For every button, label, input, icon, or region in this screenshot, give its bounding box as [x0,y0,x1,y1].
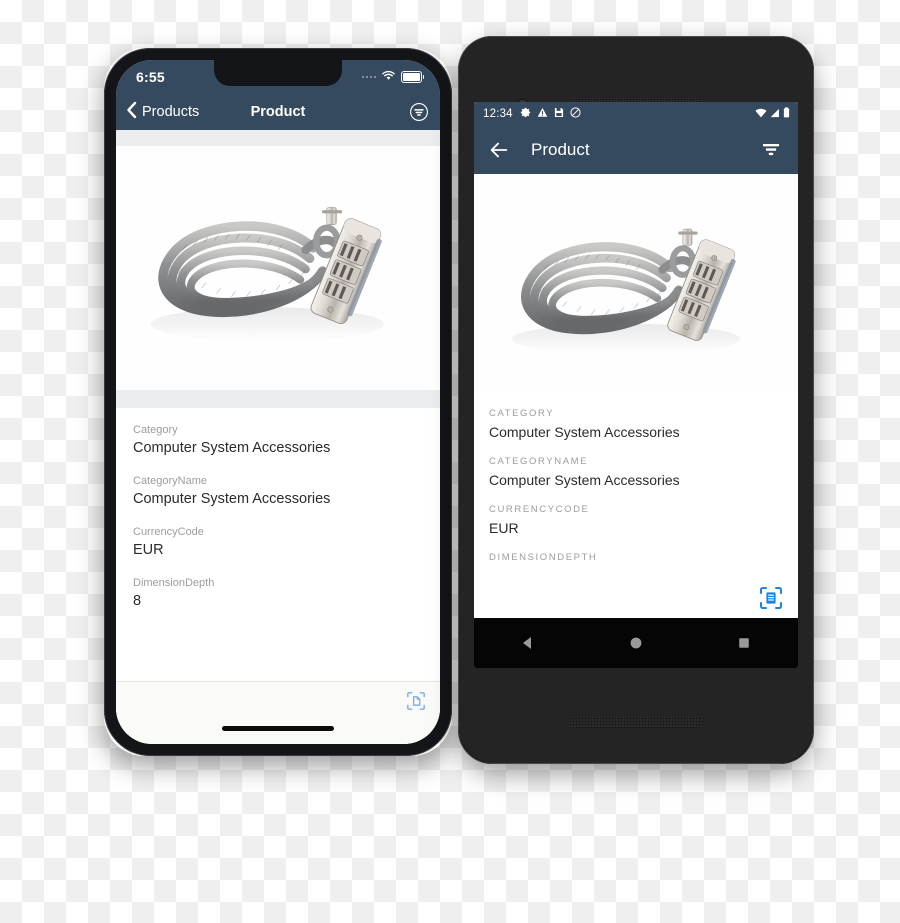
android-status-time: 12:34 [483,108,513,120]
ios-bottom-band [116,390,440,408]
field-row: CurrencyCode EUR [133,526,423,558]
field-row: CATEGORYNAME Computer System Accessories [489,456,783,488]
save-icon [554,105,564,123]
field-row: Category Computer System Accessories [133,424,423,456]
field-value: Computer System Accessories [489,424,680,440]
field-label: CURRENCYCODE [489,504,590,515]
field-label: DIMENSIONDEPTH [489,552,598,563]
nav-home-circle-icon[interactable] [614,621,658,665]
ios-phone: 6:55 Products Product Category Computer … [104,48,452,756]
chevron-left-icon [126,101,137,124]
bottom-speaker [569,717,703,728]
android-app-bar: Product [474,126,798,174]
android-status-bar: 12:34 [474,102,798,126]
ios-notch [214,60,342,86]
field-value: Computer System Accessories [489,472,680,488]
field-label: CurrencyCode [133,526,204,538]
warning-icon [537,105,548,123]
ios-field-list: Category Computer System Accessories Cat… [116,408,440,609]
field-row: DimensionDepth 8 [133,577,423,609]
field-label: Category [133,424,178,436]
android-phone: 12:34 Product CATEGORY Computer System A… [458,36,814,764]
wifi-icon [755,105,767,123]
nav-back-triangle-icon[interactable] [506,621,550,665]
ios-back-button[interactable]: Products [116,101,199,124]
product-photo [116,146,440,390]
field-value: EUR [133,542,164,558]
ios-screen: 6:55 Products Product Category Computer … [116,60,440,744]
do-not-disturb-icon [570,105,581,123]
field-row: CURRENCYCODE EUR [489,504,783,536]
field-value: Computer System Accessories [133,491,331,507]
ios-product-image[interactable] [116,146,440,390]
ios-back-label: Products [142,104,200,120]
ios-top-band [116,130,440,146]
android-screen: 12:34 Product CATEGORY Computer System A… [474,102,798,668]
nav-recents-square-icon[interactable] [722,621,766,665]
android-product-image[interactable] [474,174,798,392]
field-row: DIMENSIONDEPTH [489,552,783,563]
field-value: Computer System Accessories [133,440,331,456]
gear-icon [520,105,531,123]
battery-icon [401,71,424,83]
ios-content: Category Computer System Accessories Cat… [116,130,440,744]
android-page-title: Product [531,140,590,159]
ios-bottom-toolbar [116,681,440,744]
android-navigation-bar [474,618,798,668]
field-value: EUR [489,520,519,536]
android-field-list: CATEGORY Computer System Accessories CAT… [474,392,798,563]
field-value: 8 [133,593,142,609]
filter-icon[interactable] [760,139,782,161]
field-row: CategoryName Computer System Accessories [133,475,423,507]
field-row: CATEGORY Computer System Accessories [489,408,783,440]
filter-circle-icon[interactable] [409,102,429,122]
signal-triangle-icon [770,105,780,123]
signal-dots-icon [361,75,376,79]
field-label: CategoryName [133,475,207,487]
product-photo [474,174,798,392]
arrow-left-icon[interactable] [488,139,510,161]
android-content: CATEGORY Computer System Accessories CAT… [474,174,798,618]
scan-document-icon[interactable] [759,586,783,610]
wifi-icon [381,68,396,86]
field-label: DimensionDepth [133,577,215,589]
ios-status-time: 6:55 [136,69,165,85]
ios-navigation-bar: Products Product [116,94,440,130]
field-label: CATEGORYNAME [489,456,589,467]
home-indicator [222,726,334,731]
field-label: CATEGORY [489,408,555,419]
battery-icon [783,105,790,123]
scan-document-icon[interactable] [406,691,426,711]
